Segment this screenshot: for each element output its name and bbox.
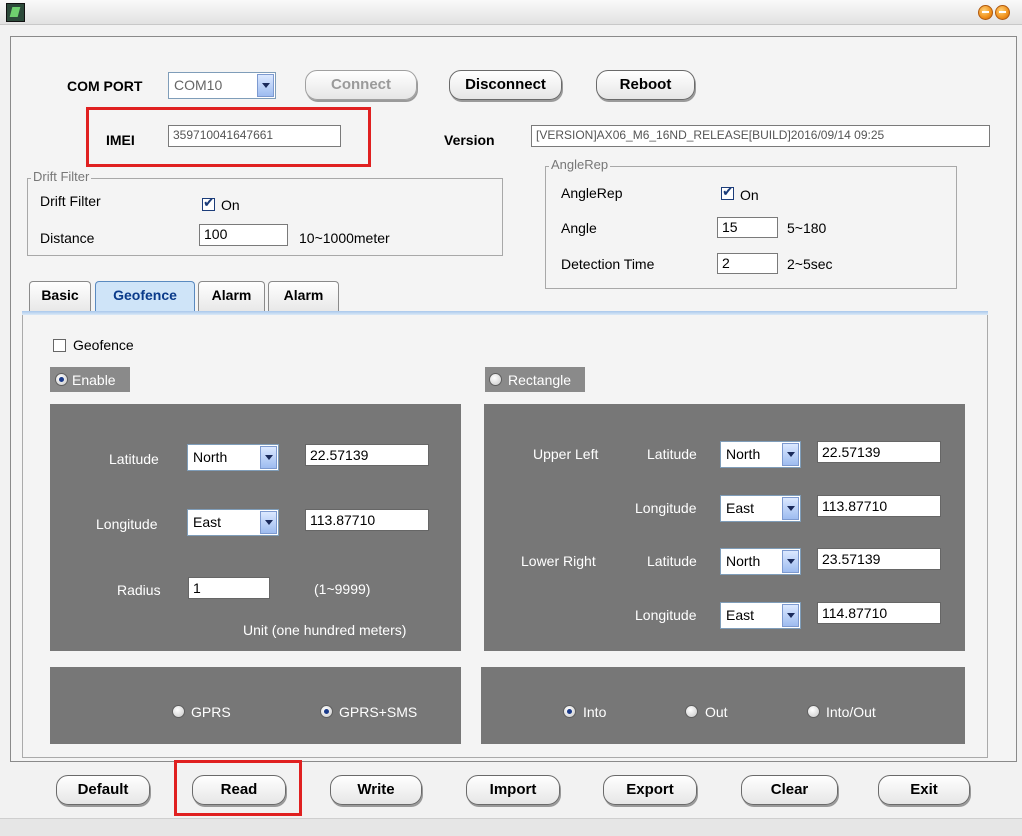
gprs-sms-label: GPRS+SMS <box>339 704 418 720</box>
distance-range: 10~1000meter <box>299 230 390 246</box>
ul-longitude-field[interactable]: 113.87710 <box>817 495 941 517</box>
into-radio[interactable] <box>563 705 576 718</box>
com-port-value: COM10 <box>174 77 223 93</box>
exit-button[interactable]: Exit <box>878 775 970 805</box>
circle-latitude-field[interactable]: 22.57139 <box>305 444 429 466</box>
geofence-checkbox-label: Geofence <box>73 337 134 353</box>
circle-longitude-dir-value: East <box>193 514 222 530</box>
distance-field[interactable]: 100 <box>199 224 288 246</box>
gprs-radio[interactable] <box>172 705 185 718</box>
imei-label: IMEI <box>106 132 135 148</box>
connect-button[interactable]: Connect <box>305 70 417 100</box>
chevron-down-icon[interactable] <box>782 604 799 627</box>
write-button[interactable]: Write <box>330 775 422 805</box>
circle-latitude-label: Latitude <box>109 451 159 467</box>
drift-filter-on-label: On <box>221 197 240 213</box>
enable-radio[interactable] <box>55 373 68 386</box>
drift-filter-checkbox[interactable] <box>202 195 215 211</box>
chevron-down-icon[interactable] <box>782 497 799 520</box>
rectangle-radio[interactable] <box>489 373 502 386</box>
drift-filter-legend: Drift Filter <box>31 169 92 184</box>
lr-longitude-dir-select[interactable]: East <box>720 602 801 629</box>
detection-time-label: Detection Time <box>561 256 655 272</box>
chevron-down-icon[interactable] <box>260 446 277 469</box>
into-out-radio[interactable] <box>807 705 820 718</box>
chevron-down-icon[interactable] <box>257 74 274 97</box>
anglerep-on-label: On <box>740 187 759 203</box>
out-label: Out <box>705 704 728 720</box>
into-out-label: Into/Out <box>826 704 876 720</box>
ul-longitude-dir-value: East <box>726 500 755 516</box>
unit-text: Unit (one hundred meters) <box>243 622 407 638</box>
lr-longitude-dir-value: East <box>726 607 755 623</box>
anglerep-checkbox[interactable] <box>721 184 734 200</box>
tab-alarm-1[interactable]: Alarm <box>198 281 265 311</box>
anglerep-label: AngleRep <box>561 185 623 201</box>
rectangle-label: Rectangle <box>508 372 572 388</box>
ul-longitude-label: Longitude <box>635 500 697 516</box>
tab-geofence[interactable]: Geofence <box>95 281 195 311</box>
close-icon[interactable] <box>995 5 1010 20</box>
circle-longitude-label: Longitude <box>96 516 158 532</box>
anglerep-legend: AngleRep <box>549 157 611 172</box>
tab-basic[interactable]: Basic <box>29 281 91 311</box>
circle-longitude-dir-select[interactable]: East <box>187 509 279 536</box>
lr-latitude-dir-value: North <box>726 553 761 569</box>
chevron-down-icon[interactable] <box>782 443 799 466</box>
upper-left-label: Upper Left <box>533 446 599 462</box>
import-button[interactable]: Import <box>466 775 560 805</box>
detection-time-field[interactable]: 2 <box>717 253 778 274</box>
tab-alarm-2[interactable]: Alarm <box>268 281 339 311</box>
lower-right-label: Lower Right <box>521 553 596 569</box>
version-field[interactable]: [VERSION]AX06_M6_16ND_RELEASE[BUILD]2016… <box>531 125 990 147</box>
com-port-select[interactable]: COM10 <box>168 72 276 99</box>
detection-time-range: 2~5sec <box>787 256 833 272</box>
ul-latitude-dir-value: North <box>726 446 761 462</box>
out-radio[interactable] <box>685 705 698 718</box>
radius-range: (1~9999) <box>314 581 371 597</box>
circle-latitude-dir-select[interactable]: North <box>187 444 279 471</box>
drift-filter-label: Drift Filter <box>40 193 101 209</box>
lr-longitude-label: Longitude <box>635 607 697 623</box>
reboot-button[interactable]: Reboot <box>596 70 695 100</box>
ul-latitude-field[interactable]: 22.57139 <box>817 441 941 463</box>
read-button[interactable]: Read <box>192 775 286 805</box>
disconnect-button[interactable]: Disconnect <box>449 70 562 100</box>
distance-label: Distance <box>40 230 95 246</box>
version-label: Version <box>444 132 495 148</box>
circle-longitude-field[interactable]: 113.87710 <box>305 509 429 531</box>
ul-latitude-dir-select[interactable]: North <box>720 441 801 468</box>
geofence-checkbox[interactable] <box>53 339 66 352</box>
circle-latitude-dir-value: North <box>193 449 228 465</box>
radius-label: Radius <box>117 582 161 598</box>
ul-latitude-label: Latitude <box>647 446 697 462</box>
angle-range: 5~180 <box>787 220 827 236</box>
into-label: Into <box>583 704 607 720</box>
minimize-icon[interactable] <box>978 5 993 20</box>
default-button[interactable]: Default <box>56 775 150 805</box>
lr-latitude-label: Latitude <box>647 553 697 569</box>
lr-latitude-field[interactable]: 23.57139 <box>817 548 941 570</box>
title-bar <box>0 0 1022 25</box>
gprs-sms-radio[interactable] <box>320 705 333 718</box>
radius-field[interactable]: 1 <box>188 577 270 599</box>
chevron-down-icon[interactable] <box>260 511 277 534</box>
clear-button[interactable]: Clear <box>741 775 838 805</box>
lr-latitude-dir-select[interactable]: North <box>720 548 801 575</box>
status-bar <box>0 818 1022 836</box>
enable-label: Enable <box>72 372 116 388</box>
chevron-down-icon[interactable] <box>782 550 799 573</box>
lr-longitude-field[interactable]: 114.87710 <box>817 602 941 624</box>
app-icon <box>6 3 25 22</box>
gprs-label: GPRS <box>191 704 231 720</box>
angle-label: Angle <box>561 220 597 236</box>
export-button[interactable]: Export <box>603 775 697 805</box>
imei-field[interactable]: 359710041647661 <box>168 125 341 147</box>
angle-field[interactable]: 15 <box>717 217 778 238</box>
com-port-label: COM PORT <box>67 78 143 94</box>
ul-longitude-dir-select[interactable]: East <box>720 495 801 522</box>
